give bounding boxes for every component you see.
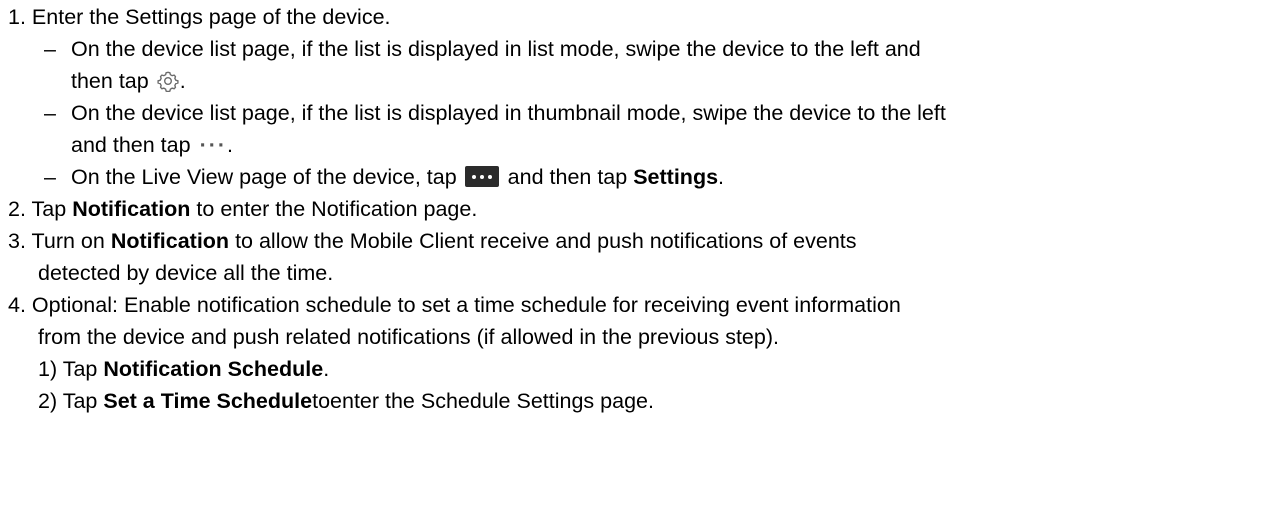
substep-number: 2) <box>38 389 58 413</box>
set-time-schedule-label: Set a Time Schedule <box>103 389 313 413</box>
step-text-2: detected by device all the time. <box>38 261 334 285</box>
more-dots-icon: ··· <box>199 133 228 157</box>
step-text-end: to allow the Mobile Client receive and p… <box>235 229 857 253</box>
bullet-live-view: – On the Live View page of the device, ta… <box>0 161 1288 193</box>
step-text-end: to enter the Notification page. <box>196 197 478 221</box>
bullet-text: On the device list page, if the list is … <box>71 37 921 61</box>
step-text: Enter the Settings page of the device. <box>31 5 391 29</box>
notification-label: Notification <box>72 197 191 221</box>
more-button-icon <box>464 166 499 187</box>
bullet-thumbnail-mode-continued: and then tap ···. <box>0 129 1288 161</box>
bullet-list-mode: – On the device list page, if the list is… <box>0 33 1288 65</box>
step-text: Optional: Enable notification schedule t… <box>31 293 901 317</box>
step-text: Turn on <box>31 229 105 253</box>
step-3: 3. Turn on Notification to allow the Mob… <box>0 225 1288 257</box>
substep-1: 1) Tap Notification Schedule. <box>0 353 1288 385</box>
instruction-document: 1. Enter the Settings page of the device… <box>0 0 1288 509</box>
step-4: 4. Optional: Enable notification schedul… <box>0 289 1288 321</box>
step-4-continued: from the device and push related notific… <box>0 321 1288 353</box>
substep-text-end: . <box>323 357 330 381</box>
step-number: 2. <box>8 197 26 221</box>
bullet-thumbnail-mode: – On the device list page, if the list is… <box>0 97 1288 129</box>
bullet-text: On the Live View page of the device, tap <box>71 165 457 189</box>
substep-text-end: toenter the Schedule Settings page. <box>312 389 654 413</box>
bullet-list-mode-continued: then tap. <box>0 65 1288 97</box>
bullet-text-end: . <box>227 133 234 157</box>
step-text-2: from the device and push related notific… <box>38 325 779 349</box>
bullet-dash: – <box>44 101 56 125</box>
step-number: 3. <box>8 229 26 253</box>
notification-label: Notification <box>110 229 230 253</box>
bullet-text-mid: and then tap <box>507 165 628 189</box>
substep-2: 2) Tap Set a Time Scheduletoenter the Sc… <box>0 385 1288 417</box>
step-2: 2. Tap Notification to enter the Notific… <box>0 193 1288 225</box>
bullet-dash: – <box>44 165 56 189</box>
bullet-text: On the device list page, if the list is … <box>71 101 946 125</box>
bullet-text-2: and then tap <box>71 133 191 157</box>
bullet-text-end: . <box>179 69 186 93</box>
step-1: 1. Enter the Settings page of the device… <box>0 1 1288 33</box>
substep-text: Tap <box>62 357 98 381</box>
bullet-text-2: then tap <box>71 69 149 93</box>
step-3-continued: detected by device all the time. <box>0 257 1288 289</box>
bullet-dash: – <box>44 37 56 61</box>
step-number: 1. <box>8 5 26 29</box>
substep-number: 1) <box>38 357 58 381</box>
substep-text: Tap <box>62 389 98 413</box>
bullet-text-end: . <box>718 165 725 189</box>
step-text: Tap <box>31 197 67 221</box>
gear-icon <box>157 69 179 93</box>
settings-label: Settings <box>633 165 719 189</box>
step-number: 4. <box>8 293 26 317</box>
notification-schedule-label: Notification Schedule <box>103 357 324 381</box>
